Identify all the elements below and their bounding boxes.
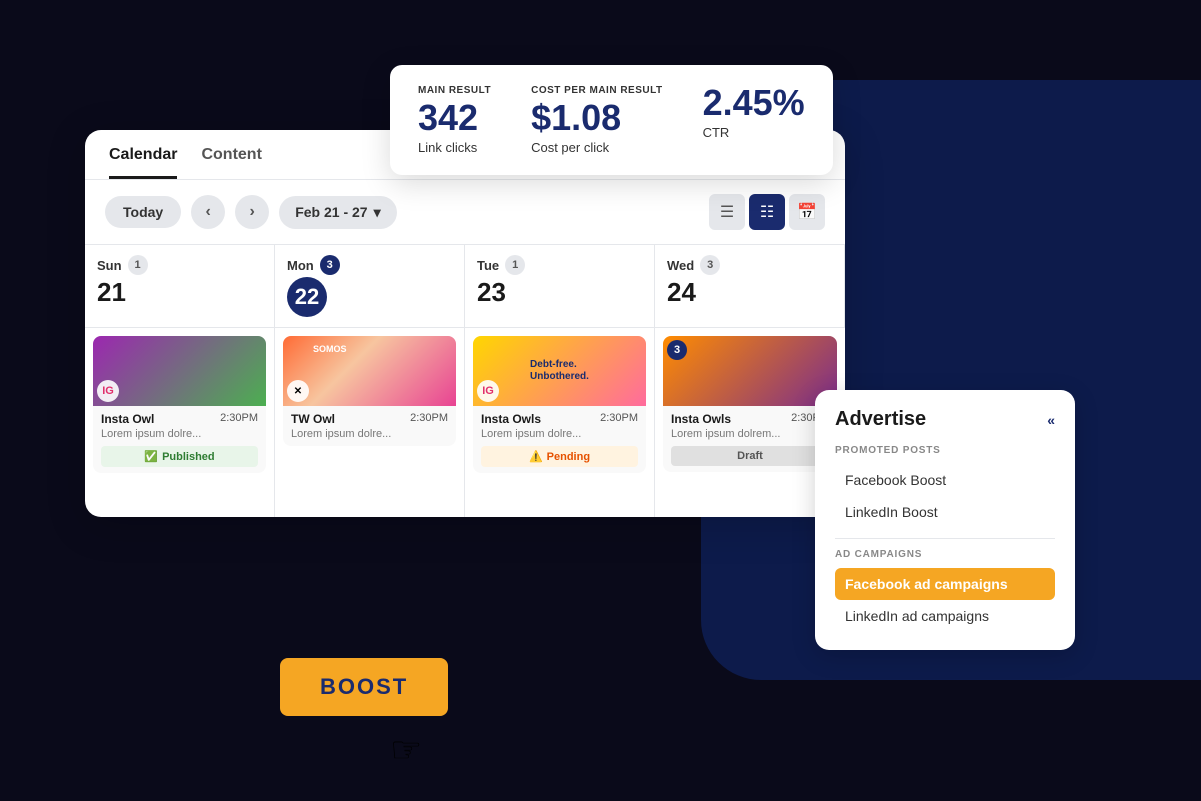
- day-name-mon: Mon: [287, 258, 314, 273]
- cost-value: $1.08: [531, 100, 662, 136]
- calendar-view-button[interactable]: 📅: [789, 194, 825, 230]
- boost-button-wrap: BOOST: [280, 658, 448, 716]
- post-card-mon[interactable]: ✕ SOMOS TW Owl 2:30PM Lorem ipsum dolre.…: [283, 336, 456, 446]
- post-desc-sun: Lorem ipsum dolre...: [101, 428, 258, 440]
- day-cell-tue: Debt-free.Unbothered. IG Insta Owls 2:30…: [465, 327, 655, 517]
- grid-view-button[interactable]: ☷: [749, 194, 785, 230]
- post-card-sun[interactable]: IG Insta Owl 2:30PM Lorem ipsum dolre...…: [93, 336, 266, 473]
- next-button[interactable]: ›: [235, 195, 269, 229]
- day-cell-sun: IG Insta Owl 2:30PM Lorem ipsum dolre...…: [85, 327, 275, 517]
- post-name-wed: Insta Owls: [671, 412, 731, 426]
- day-number-sun: 21: [97, 277, 262, 308]
- status-draft-wed: Draft: [671, 446, 829, 466]
- instagram-icon: IG: [97, 380, 119, 402]
- grid-icon: ☷: [760, 202, 774, 222]
- ad-campaigns-label: AD CAMPAIGNS: [835, 549, 1055, 560]
- date-range-button[interactable]: Feb 21 - 27 ▾: [279, 196, 396, 229]
- post-desc-mon: Lorem ipsum dolre...: [291, 428, 448, 440]
- post-name-tue: Insta Owls: [481, 412, 541, 426]
- post-image-mon: ✕ SOMOS: [283, 336, 456, 406]
- list-icon: ☰: [720, 202, 734, 222]
- tab-content[interactable]: Content: [201, 146, 261, 179]
- day-number-tue: 23: [477, 277, 642, 308]
- view-buttons: ☰ ☷ 📅: [709, 194, 825, 230]
- day-headers: Sun 1 21 Mon 3 22 Tue 1 23 Wed 3: [85, 244, 845, 517]
- collapse-button[interactable]: «: [1047, 412, 1055, 428]
- main-result-value: 342: [418, 100, 491, 136]
- post-image-text: SOMOS: [313, 344, 347, 354]
- day-badge-sun: 1: [128, 255, 148, 275]
- day-name-sun: Sun: [97, 258, 122, 273]
- promoted-posts-label: PROMOTED POSTS: [835, 445, 1055, 456]
- status-pending-tue: ⚠️ Pending: [481, 446, 638, 467]
- check-icon: ✅: [144, 450, 158, 463]
- post-name-mon: TW Owl: [291, 412, 335, 426]
- post-desc-tue: Lorem ipsum dolre...: [481, 428, 638, 440]
- post-card-tue[interactable]: Debt-free.Unbothered. IG Insta Owls 2:30…: [473, 336, 646, 473]
- facebook-boost-item[interactable]: Facebook Boost: [835, 464, 1055, 496]
- post-time-mon: 2:30PM: [410, 412, 448, 424]
- post-desc-wed: Lorem ipsum dolrem...: [671, 428, 829, 440]
- twitter-icon: ✕: [287, 380, 309, 402]
- warning-icon: ⚠️: [529, 450, 543, 463]
- linkedin-boost-item[interactable]: LinkedIn Boost: [835, 496, 1055, 528]
- post-badge-wed: 3: [667, 340, 687, 360]
- debt-free-text: Debt-free.Unbothered.: [526, 355, 593, 387]
- post-time-tue: 2:30PM: [600, 412, 638, 424]
- day-badge-wed: 3: [700, 255, 720, 275]
- day-header-tue: Tue 1 23: [465, 245, 655, 327]
- post-time-sun: 2:30PM: [220, 412, 258, 424]
- calendar-toolbar: Today ‹ › Feb 21 - 27 ▾ ☰ ☷ 📅: [85, 180, 845, 244]
- main-result-label: MAIN RESULT: [418, 85, 491, 96]
- prev-button[interactable]: ‹: [191, 195, 225, 229]
- post-name-sun: Insta Owl: [101, 412, 154, 426]
- post-image-tue: Debt-free.Unbothered. IG: [473, 336, 646, 406]
- day-name-wed: Wed: [667, 258, 694, 273]
- day-number-mon: 22: [287, 277, 327, 317]
- instagram-icon-tue: IG: [477, 380, 499, 402]
- day-number-wed: 24: [667, 277, 832, 308]
- day-header-wed: Wed 3 24: [655, 245, 845, 327]
- cursor-hand: ☞: [390, 729, 422, 771]
- calendar-icon: 📅: [797, 202, 817, 222]
- post-image-wed: 3: [663, 336, 837, 406]
- tab-calendar[interactable]: Calendar: [109, 146, 177, 179]
- list-view-button[interactable]: ☰: [709, 194, 745, 230]
- day-cell-mon: ✕ SOMOS TW Owl 2:30PM Lorem ipsum dolre.…: [275, 327, 465, 517]
- day-name-tue: Tue: [477, 258, 499, 273]
- ctr-label: CTR: [703, 125, 805, 140]
- divider: [835, 538, 1055, 539]
- advertise-title: Advertise: [835, 408, 926, 431]
- cost-sublabel: Cost per click: [531, 140, 662, 155]
- calendar-card: Calendar Content Today ‹ › Feb 21 - 27 ▾…: [85, 130, 845, 517]
- post-card-wed[interactable]: 3 Insta Owls 2:30PM Lorem ipsum dolrem..…: [663, 336, 837, 472]
- stats-card: MAIN RESULT 342 Link clicks COST PER MAI…: [390, 65, 833, 175]
- day-header-sun: Sun 1 21: [85, 245, 275, 327]
- post-image-sun: IG: [93, 336, 266, 406]
- facebook-ad-campaigns-item[interactable]: Facebook ad campaigns: [835, 568, 1055, 600]
- day-badge-mon: 3: [320, 255, 340, 275]
- stats-ctr: 2.45% CTR: [703, 85, 805, 140]
- ctr-value: 2.45%: [703, 85, 805, 121]
- status-published-sun: ✅ Published: [101, 446, 258, 467]
- cost-label: COST PER MAIN RESULT: [531, 85, 662, 96]
- linkedin-ad-campaigns-item[interactable]: LinkedIn ad campaigns: [835, 600, 1055, 632]
- day-badge-tue: 1: [505, 255, 525, 275]
- stats-cost: COST PER MAIN RESULT $1.08 Cost per clic…: [531, 85, 662, 155]
- main-result-sublabel: Link clicks: [418, 140, 491, 155]
- day-header-mon: Mon 3 22: [275, 245, 465, 327]
- stats-main-result: MAIN RESULT 342 Link clicks: [418, 85, 491, 155]
- advertise-panel: Advertise « PROMOTED POSTS Facebook Boos…: [815, 390, 1075, 650]
- boost-button[interactable]: BOOST: [280, 658, 448, 716]
- today-button[interactable]: Today: [105, 196, 181, 228]
